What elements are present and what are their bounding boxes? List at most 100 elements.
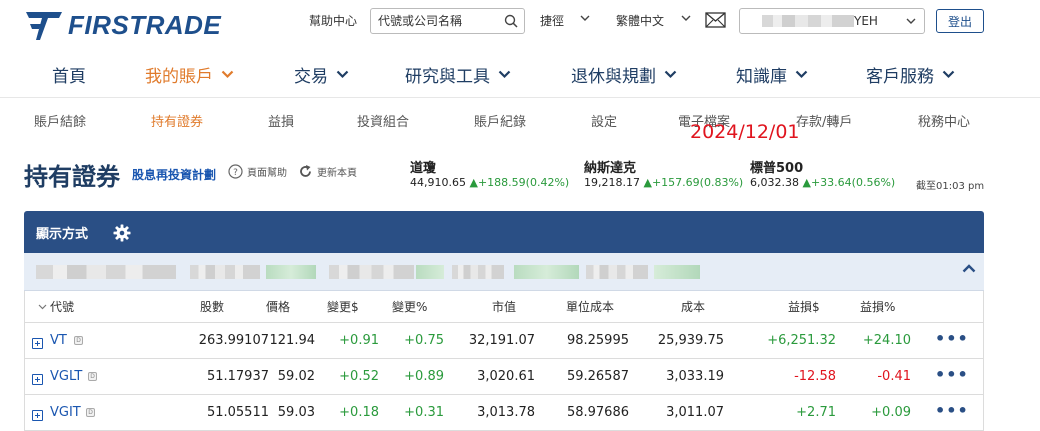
col-unit-cost-header[interactable]: 單位成本 [566,298,614,315]
gain-loss-cell: +6,251.32 [767,333,836,348]
gain-loss-cell: +2.71 [796,405,836,420]
shortcut-menu[interactable]: 捷徑 [540,12,564,29]
quote-timestamp: 截至01:03 pm [916,181,985,192]
cost-cell: 3,033.19 [666,369,724,384]
subnav-positions[interactable]: 持有證券 [151,111,203,130]
price-cell: 59.03 [277,405,315,420]
symbol-search[interactable] [370,8,525,34]
nav-research-tools[interactable]: 研究與工具 [405,62,511,87]
help-center-link[interactable]: 幫助中心 [309,12,357,29]
price-cell: 121.94 [269,333,316,348]
mail-icon[interactable] [705,12,726,28]
expand-icon[interactable] [32,410,43,421]
gear-icon[interactable] [113,224,131,242]
chevron-down-icon [498,70,511,79]
quantity-cell: 263.99107 [198,333,269,348]
index-change: +33.64(0.56%) [810,176,896,189]
subnav-history[interactable]: 賬戶紀錄 [474,111,526,130]
nav-customer-service[interactable]: 客戶服務 [866,62,955,87]
masked-account-info [329,265,414,279]
more-actions-icon[interactable]: ••• [935,365,969,384]
col-cost-header[interactable]: 成本 [681,298,705,315]
table-row[interactable]: VGIT D 51.05511 59.03 +0.18 +0.31 3,013.… [24,395,984,430]
page-help-link[interactable]: ? 頁面幫助 [228,164,287,179]
language-select[interactable]: 繁體中文 [616,12,664,29]
change-cell: +0.18 [339,405,379,420]
header-label: 代號 [50,300,75,314]
table-row[interactable]: VT D 263.99107 121.94 +0.91 +0.75 32,191… [24,323,984,358]
account-selector[interactable]: YEH [739,8,925,34]
more-actions-icon[interactable]: ••• [935,329,969,348]
chevron-down-icon [664,70,677,79]
subnav-balances[interactable]: 賬戶結餘 [34,111,86,130]
chevron-down-icon [221,70,234,79]
index-value: 44,910.65 [410,176,466,189]
nav-knowledge[interactable]: 知識庫 [736,62,808,87]
up-arrow-icon: ▲ [469,176,478,189]
index-dow-quote: 44,910.65 ▲+188.59(0.42%) [410,176,569,189]
more-actions-icon[interactable]: ••• [935,401,969,420]
chevron-down-icon [942,70,955,79]
col-market-value-header[interactable]: 市值 [492,298,516,315]
drip-link[interactable]: 股息再投資計劃 [132,166,216,183]
symbol-link[interactable]: VT [50,333,67,348]
chevron-down-icon[interactable] [906,18,916,25]
col-gain-loss-header[interactable]: 益損$ [788,298,820,315]
chevron-down-icon [336,70,349,79]
nav-label: 我的賬戶 [145,67,213,87]
symbol-link[interactable]: VGIT [50,405,81,420]
chevron-up-icon[interactable] [962,264,976,273]
unit-cost-cell: 98.25995 [566,333,629,348]
col-price-header[interactable]: 價格 [266,298,290,315]
logout-button[interactable]: 登出 [936,9,984,33]
change-cell: +0.91 [339,333,379,348]
change-pct-cell: +0.89 [404,369,444,384]
search-input[interactable] [371,9,496,33]
col-change-header[interactable]: 變更$ [327,298,359,315]
up-arrow-icon: ▲ [802,176,811,189]
subnav-transfers[interactable]: 存款/轉戶 [796,111,852,130]
index-sp500-name: 標普500 [750,161,804,176]
cost-cell: 3,011.07 [666,405,724,420]
search-icon[interactable] [504,14,518,28]
chevron-down-icon[interactable] [580,15,590,22]
masked-account-info [654,265,700,279]
question-circle-icon: ? [228,164,243,179]
unit-cost-cell: 59.26587 [566,369,629,384]
col-symbol-header[interactable]: 代號 [38,298,74,315]
chevron-down-icon[interactable] [681,15,691,22]
display-options-title: 顯示方式 [36,227,89,242]
col-change-pct-header[interactable]: 變更% [392,298,427,315]
col-quantity-header[interactable]: 股數 [200,298,224,315]
index-value: 6,032.38 [750,176,799,189]
gain-loss-pct-cell: +24.10 [862,333,911,348]
date-annotation: 2024/12/01 [690,121,800,143]
drip-badge-icon: D [88,372,97,381]
subnav-gain-loss[interactable]: 益損 [268,111,294,130]
col-gain-loss-pct-header[interactable]: 益損% [860,298,895,315]
table-row[interactable]: VGLT D 51.17937 59.02 +0.52 +0.89 3,020.… [24,359,984,394]
nav-home[interactable]: 首頁 [52,62,86,87]
subnav-tax-center[interactable]: 稅務中心 [918,111,970,130]
page-title: 持有證券 [24,163,120,191]
masked-account-info [586,265,648,279]
gain-loss-pct-cell: -0.41 [877,369,911,384]
nav-label: 研究與工具 [405,67,490,87]
refresh-link[interactable]: 更新本頁 [298,164,357,179]
market-value-cell: 3,013.78 [477,405,535,420]
nav-label: 首頁 [52,67,86,87]
subnav-settings[interactable]: 設定 [591,111,617,130]
nav-my-account[interactable]: 我的賬戶 [145,62,234,87]
symbol-link[interactable]: VGLT [50,369,82,384]
expand-icon[interactable] [32,374,43,385]
nav-retirement[interactable]: 退休與規劃 [571,62,677,87]
nav-label: 退休與規劃 [571,67,656,87]
index-change: +188.59(0.42%) [477,176,570,189]
firstrade-logo[interactable]: FIRSTRADE [26,8,221,42]
masked-account-info [514,265,579,279]
account-summary-row[interactable] [24,253,984,291]
expand-icon[interactable] [32,338,43,349]
masked-account-name [762,15,854,27]
subnav-portfolio[interactable]: 投資組合 [357,111,409,130]
nav-trade[interactable]: 交易 [294,62,349,87]
